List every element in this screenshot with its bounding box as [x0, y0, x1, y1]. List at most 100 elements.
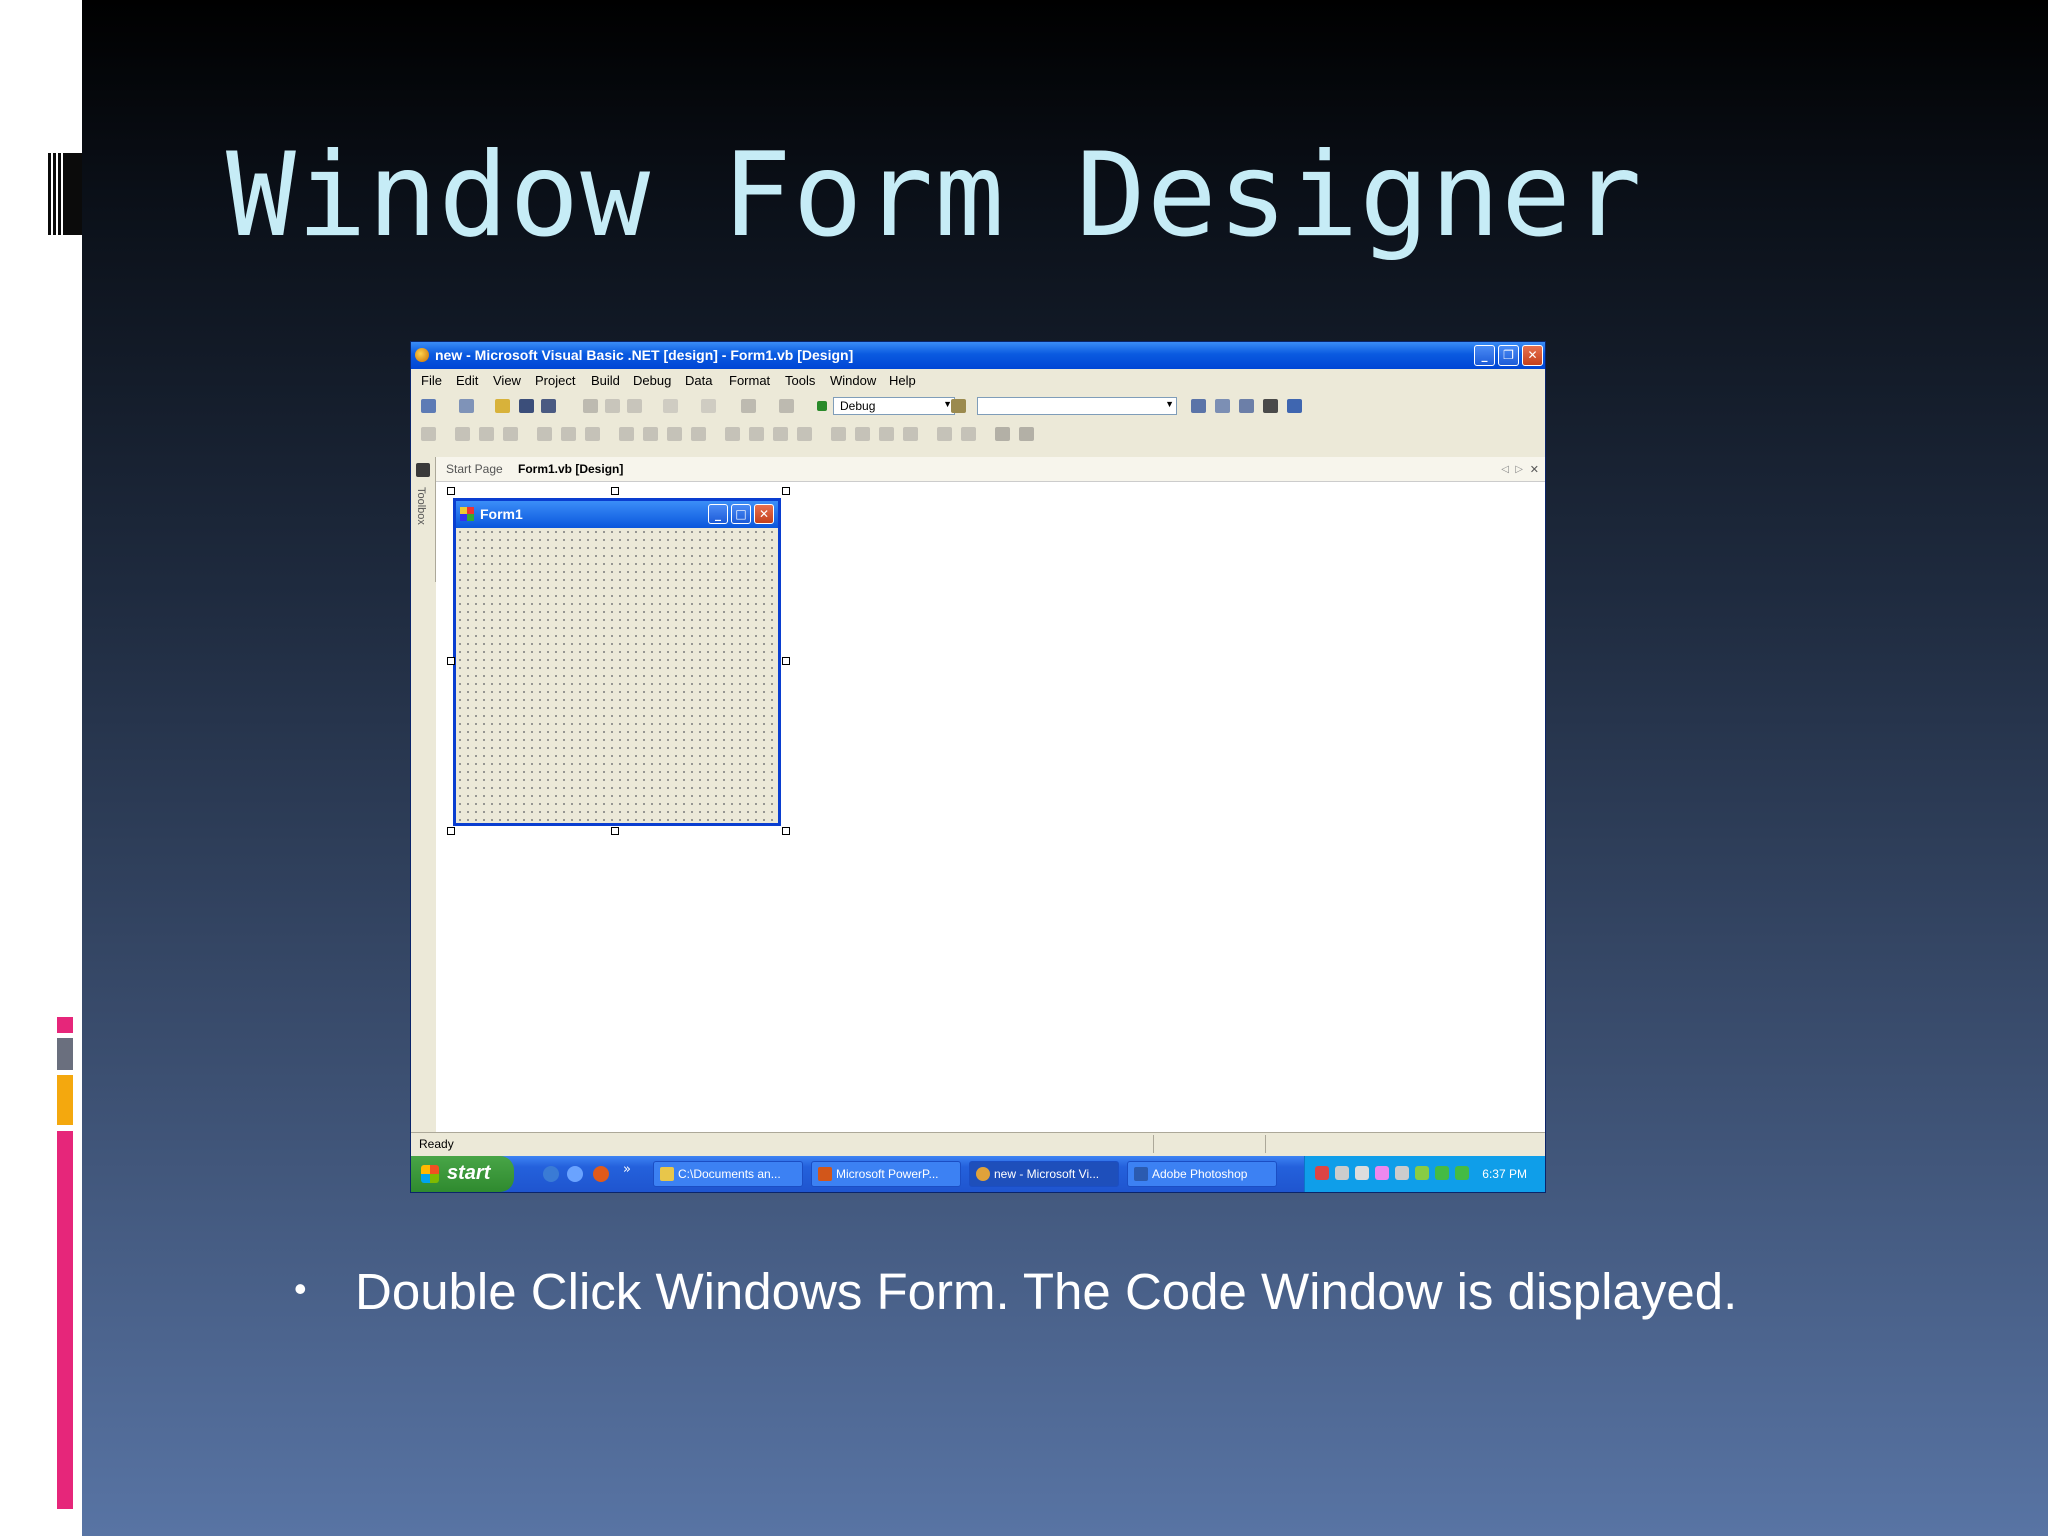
start-button[interactable]: start — [411, 1156, 514, 1192]
resize-handle-s[interactable] — [611, 827, 619, 835]
add-item-icon[interactable] — [459, 399, 474, 413]
align-to-grid-icon[interactable] — [421, 427, 436, 441]
align-centers-icon[interactable] — [479, 427, 494, 441]
resize-handle-se[interactable] — [782, 827, 790, 835]
accent-bar-pink — [57, 1131, 73, 1509]
increase-v-spacing-icon[interactable] — [855, 427, 870, 441]
copy-icon[interactable] — [605, 399, 620, 413]
tray-icon[interactable] — [1415, 1166, 1429, 1180]
tab-scroll-left-icon[interactable]: ◁ — [1501, 464, 1509, 475]
task-label: C:\Documents an... — [678, 1167, 781, 1181]
toolbox-label: Toolbox — [415, 487, 427, 525]
remove-v-spacing-icon[interactable] — [903, 427, 918, 441]
solution-explorer-icon[interactable] — [1191, 399, 1206, 413]
tray-icon[interactable] — [1315, 1166, 1329, 1180]
ide-titlebar[interactable]: new - Microsoft Visual Basic .NET [desig… — [411, 342, 1545, 369]
form1-designer[interactable]: Form1 _ □ ✕ — [453, 498, 781, 826]
make-same-width-icon[interactable] — [619, 427, 634, 441]
other-windows-icon[interactable] — [1287, 399, 1302, 413]
tab-form1-design[interactable]: Form1.vb [Design] — [518, 462, 623, 476]
horizontal-spacing-icon[interactable] — [725, 427, 740, 441]
align-lefts-icon[interactable] — [455, 427, 470, 441]
start-debug-icon[interactable] — [817, 401, 827, 411]
resize-handle-sw[interactable] — [447, 827, 455, 835]
menu-tools[interactable]: Tools — [785, 373, 815, 388]
resize-handle-nw[interactable] — [447, 487, 455, 495]
vertical-spacing-icon[interactable] — [831, 427, 846, 441]
find-in-files-icon[interactable] — [951, 399, 966, 413]
resize-handle-e[interactable] — [782, 657, 790, 665]
resize-handle-ne[interactable] — [782, 487, 790, 495]
menu-data[interactable]: Data — [685, 373, 712, 388]
form-icon — [460, 507, 474, 521]
tray-icon[interactable] — [1435, 1166, 1449, 1180]
ie-icon[interactable] — [543, 1166, 559, 1182]
toolbox-panel[interactable]: Toolbox — [411, 457, 436, 582]
make-same-size-icon[interactable] — [643, 427, 658, 441]
send-to-back-icon[interactable] — [1019, 427, 1034, 441]
align-rights-icon[interactable] — [503, 427, 518, 441]
solution-config-combo[interactable]: Debug ▼ — [833, 397, 955, 415]
decrease-h-spacing-icon[interactable] — [773, 427, 788, 441]
tab-start-page[interactable]: Start Page — [446, 462, 503, 476]
open-folder-icon[interactable] — [495, 399, 510, 413]
redo-icon[interactable] — [701, 399, 716, 413]
resize-handle-n[interactable] — [611, 487, 619, 495]
task-visual-basic[interactable]: new - Microsoft Vi... — [969, 1161, 1119, 1187]
restore-button[interactable]: ❐ — [1498, 345, 1519, 366]
center-vertically-icon[interactable] — [961, 427, 976, 441]
menu-file[interactable]: File — [421, 373, 442, 388]
form1-grid-surface[interactable] — [456, 528, 778, 823]
tray-icon[interactable] — [1355, 1166, 1369, 1180]
task-explorer[interactable]: C:\Documents an... — [653, 1161, 803, 1187]
menu-edit[interactable]: Edit — [456, 373, 478, 388]
remove-h-spacing-icon[interactable] — [797, 427, 812, 441]
increase-h-spacing-icon[interactable] — [749, 427, 764, 441]
object-browser-icon[interactable] — [1239, 399, 1254, 413]
make-same-height-icon[interactable] — [667, 427, 682, 441]
close-button[interactable]: ✕ — [1522, 345, 1543, 366]
align-tops-icon[interactable] — [537, 427, 552, 441]
task-label: new - Microsoft Vi... — [994, 1167, 1100, 1181]
properties-window-icon[interactable] — [1215, 399, 1230, 413]
paste-icon[interactable] — [627, 399, 642, 413]
size-to-grid-icon[interactable] — [691, 427, 706, 441]
task-photoshop[interactable]: Adobe Photoshop — [1127, 1161, 1277, 1187]
bring-to-front-icon[interactable] — [995, 427, 1010, 441]
menu-debug[interactable]: Debug — [633, 373, 671, 388]
center-horizontally-icon[interactable] — [937, 427, 952, 441]
minimize-button[interactable]: _ — [1474, 345, 1495, 366]
align-bottoms-icon[interactable] — [585, 427, 600, 441]
tray-icon[interactable] — [1455, 1166, 1469, 1180]
navigate-back-icon[interactable] — [741, 399, 756, 413]
tray-icon[interactable] — [1395, 1166, 1409, 1180]
close-document-icon[interactable]: ✕ — [1530, 463, 1539, 476]
accent-bar-orange — [57, 1075, 73, 1125]
save-icon[interactable] — [519, 399, 534, 413]
save-all-icon[interactable] — [541, 399, 556, 413]
menu-view[interactable]: View — [493, 373, 521, 388]
menu-project[interactable]: Project — [535, 373, 575, 388]
menu-window[interactable]: Window — [830, 373, 876, 388]
resize-handle-w[interactable] — [447, 657, 455, 665]
undo-icon[interactable] — [663, 399, 678, 413]
cut-icon[interactable] — [583, 399, 598, 413]
decrease-v-spacing-icon[interactable] — [879, 427, 894, 441]
toolbox-icon[interactable] — [1263, 399, 1278, 413]
show-desktop-icon[interactable] — [567, 1166, 583, 1182]
quick-launch-more[interactable]: » — [623, 1162, 631, 1177]
menu-format[interactable]: Format — [729, 373, 770, 388]
new-project-icon[interactable] — [421, 399, 436, 413]
layout-toolbar — [411, 420, 1545, 448]
ide-window: new - Microsoft Visual Basic .NET [desig… — [410, 341, 1546, 1193]
align-middles-icon[interactable] — [561, 427, 576, 441]
tray-icon[interactable] — [1335, 1166, 1349, 1180]
find-combo[interactable]: ▼ — [977, 397, 1177, 415]
media-player-icon[interactable] — [593, 1166, 609, 1182]
task-powerpoint[interactable]: Microsoft PowerP... — [811, 1161, 961, 1187]
tab-scroll-right-icon[interactable]: ▷ — [1515, 464, 1523, 475]
navigate-forward-icon[interactable] — [779, 399, 794, 413]
tray-icon[interactable] — [1375, 1166, 1389, 1180]
menu-help[interactable]: Help — [889, 373, 916, 388]
menu-build[interactable]: Build — [591, 373, 620, 388]
